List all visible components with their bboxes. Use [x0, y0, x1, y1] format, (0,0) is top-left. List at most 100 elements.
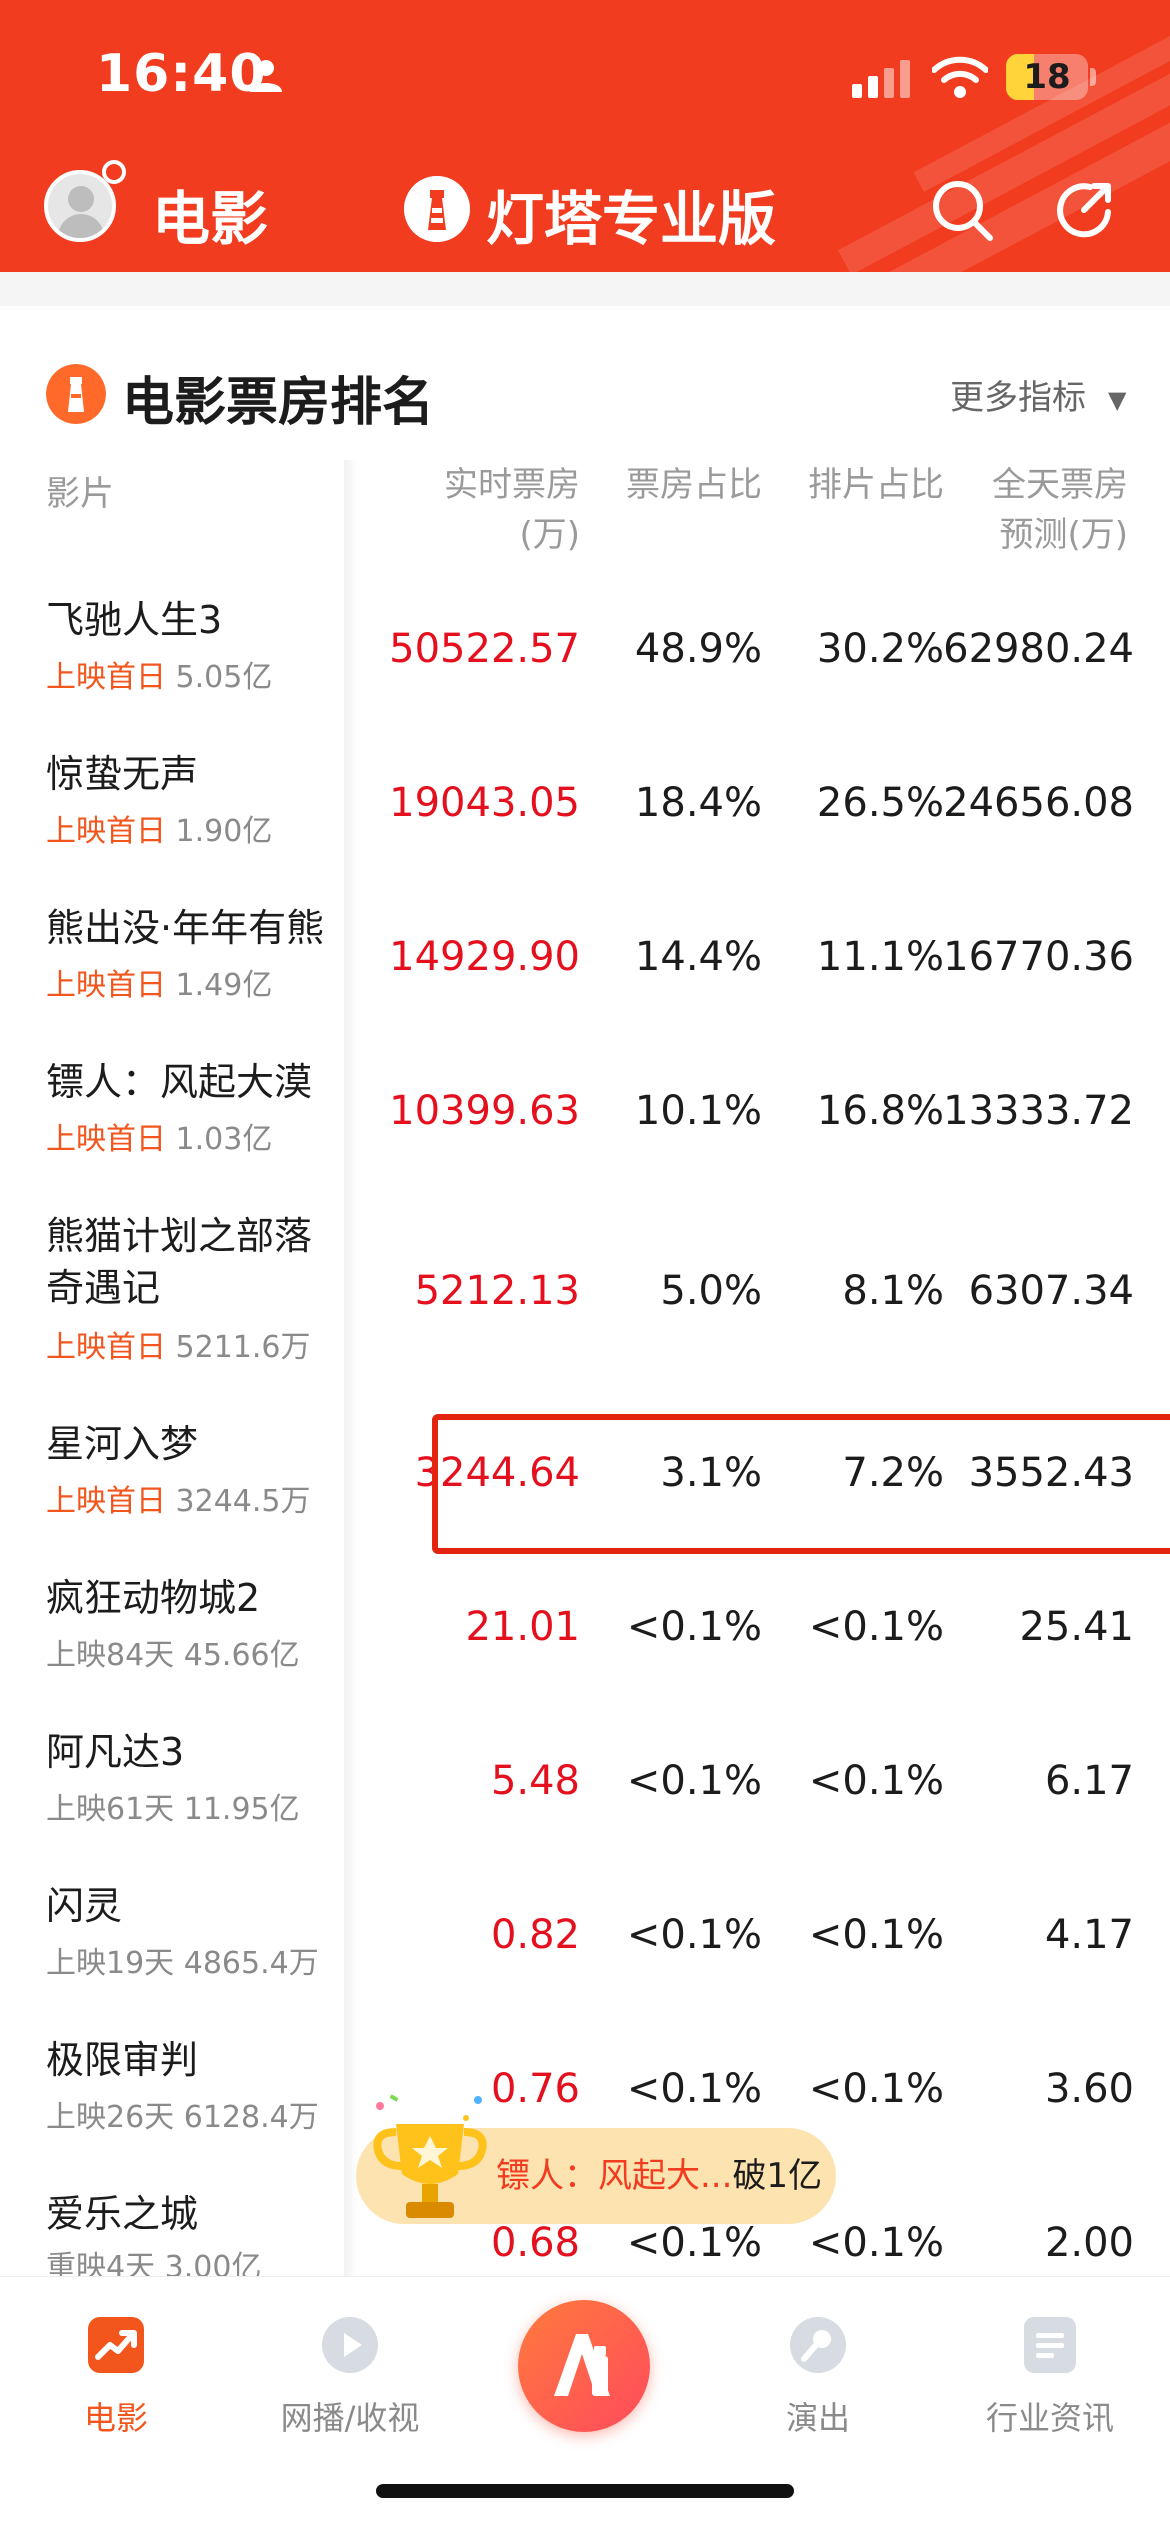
realtime-box-office: 5.48 — [490, 1758, 580, 1804]
screening-share: 26.5% — [816, 780, 944, 826]
film-release-info: 上映首日 1.90亿 — [46, 814, 273, 849]
lighthouse-logo-icon — [404, 176, 470, 242]
film-release-info: 上映首日 5.05亿 — [46, 660, 273, 695]
film-name: 镖人：风起大漠 — [46, 1060, 313, 1104]
share-icon[interactable] — [1050, 176, 1118, 244]
home-indicator — [376, 2484, 794, 2498]
tab-industry-news[interactable]: 行业资讯 — [950, 2277, 1150, 2477]
screening-share: <0.1% — [808, 1604, 944, 1650]
center-action-button[interactable] — [518, 2300, 650, 2432]
app-header: 16:40 18 电影 灯塔专业版 — [0, 0, 1170, 272]
more-metrics-link[interactable]: 更多指标 — [950, 370, 1086, 419]
film-release-info: 上映19天 4865.4万 — [46, 1946, 319, 1981]
cellular-signal-icon — [852, 60, 910, 98]
realtime-box-office: 50522.57 — [389, 626, 580, 672]
column-header-film: 影片 — [46, 474, 114, 514]
caret-down-icon[interactable]: ▼ — [1108, 386, 1126, 414]
screening-share: 16.8% — [816, 1088, 944, 1134]
forecast: 13333.72 — [943, 1088, 1134, 1134]
film-name: 极限审判 — [46, 2038, 199, 2082]
column-header-box-share[interactable]: 票房占比 — [562, 460, 762, 510]
realtime-box-office: 5212.13 — [414, 1268, 580, 1314]
film-name: 熊出没·年年有熊 — [46, 906, 325, 950]
brand-center-icon — [554, 2334, 610, 2396]
film-release-info: 上映首日 5211.6万 — [46, 1330, 311, 1365]
trend-chart-icon — [88, 2317, 144, 2373]
forecast: 25.41 — [1019, 1604, 1134, 1650]
search-icon[interactable] — [928, 176, 996, 244]
screening-share: 11.1% — [816, 934, 944, 980]
film-name: 闪灵 — [46, 1884, 123, 1928]
forecast: 6.17 — [1044, 1758, 1134, 1804]
film-release-info: 上映61天 11.95亿 — [46, 1792, 300, 1827]
film-release-info: 上映首日 1.03亿 — [46, 1122, 273, 1157]
film-name: 阿凡达3 — [46, 1730, 185, 1774]
box-share: <0.1% — [626, 2220, 762, 2266]
tab-movies-label: 电影 — [83, 2399, 148, 2437]
status-time: 16:40 — [96, 44, 267, 104]
tab-shows-label: 演出 — [785, 2399, 850, 2437]
box-share: <0.1% — [626, 1912, 762, 1958]
forecast: 4.17 — [1044, 1912, 1134, 1958]
forecast: 3.60 — [1044, 2066, 1134, 2112]
toast-film-name: 镖人：风起大... — [496, 2156, 733, 2196]
brand-name: 灯塔专业版 — [486, 185, 777, 253]
column-header-screening-share[interactable]: 排片占比 — [744, 460, 944, 510]
trophy-icon — [373, 2094, 487, 2218]
film-release-info: 上映84天 45.66亿 — [46, 1638, 300, 1673]
forecast: 62980.24 — [943, 626, 1134, 672]
screening-share: <0.1% — [808, 2220, 944, 2266]
forecast: 16770.36 — [943, 934, 1134, 980]
notification-dot — [102, 160, 126, 184]
realtime-box-office: 19043.05 — [389, 780, 580, 826]
document-icon — [1024, 2317, 1076, 2373]
realtime-box-office: 21.01 — [465, 1604, 580, 1650]
tab-industry-news-label: 行业资讯 — [985, 2399, 1114, 2437]
box-share: 18.4% — [634, 780, 762, 826]
box-share: 5.0% — [660, 1268, 762, 1314]
tab-streaming-label: 网播/收视 — [280, 2399, 420, 2437]
box-share: <0.1% — [626, 2066, 762, 2112]
box-share: 10.1% — [634, 1088, 762, 1134]
box-share: 48.9% — [634, 626, 762, 672]
screening-share: 8.1% — [842, 1268, 944, 1314]
film-name: 熊猫计划之部落奇遇记 — [46, 1214, 313, 1310]
box-share: <0.1% — [626, 1604, 762, 1650]
tab-movies[interactable]: 电影 — [16, 2277, 216, 2477]
box-share: <0.1% — [626, 1758, 762, 1804]
forecast: 2.00 — [1044, 2220, 1134, 2266]
tab-shows[interactable]: 演出 — [718, 2277, 918, 2477]
frozen-column-shadow — [344, 460, 358, 2276]
screening-share: <0.1% — [808, 1758, 944, 1804]
play-icon — [322, 2317, 378, 2373]
wifi-icon — [932, 56, 988, 98]
highlight-annotation-box — [432, 1414, 1170, 1554]
screening-share: <0.1% — [808, 1912, 944, 1958]
film-name: 星河入梦 — [46, 1422, 199, 1466]
forecast: 24656.08 — [943, 780, 1134, 826]
microphone-icon — [790, 2317, 846, 2373]
page-title: 电影 — [152, 185, 269, 253]
battery-indicator: 18 — [1006, 54, 1088, 100]
film-name: 疯狂动物城2 — [46, 1576, 261, 1620]
realtime-box-office: 14929.90 — [389, 934, 580, 980]
screening-share: <0.1% — [808, 2066, 944, 2112]
section-divider — [0, 272, 1170, 306]
film-release-info: 上映26天 6128.4万 — [46, 2100, 319, 2135]
section-title: 电影票房排名 — [122, 373, 435, 433]
film-name: 爱乐之城 — [46, 2192, 199, 2236]
realtime-box-office: 10399.63 — [389, 1088, 580, 1134]
column-header-realtime[interactable]: 实时票房 (万) — [380, 460, 580, 560]
realtime-box-office: 0.82 — [490, 1912, 580, 1958]
film-name: 飞驰人生3 — [46, 598, 223, 642]
screening-share: 30.2% — [816, 626, 944, 672]
tab-streaming[interactable]: 网播/收视 — [250, 2277, 450, 2477]
film-release-info: 上映首日 3244.5万 — [46, 1484, 311, 1519]
forecast: 6307.34 — [968, 1268, 1134, 1314]
column-header-forecast[interactable]: 全天票房 预测(万) — [928, 460, 1128, 560]
person-icon — [250, 60, 282, 92]
box-share: 14.4% — [634, 934, 762, 980]
film-release-info: 上映首日 1.49亿 — [46, 968, 273, 1003]
lighthouse-section-icon — [46, 364, 106, 424]
film-name: 惊蛰无声 — [46, 752, 199, 796]
